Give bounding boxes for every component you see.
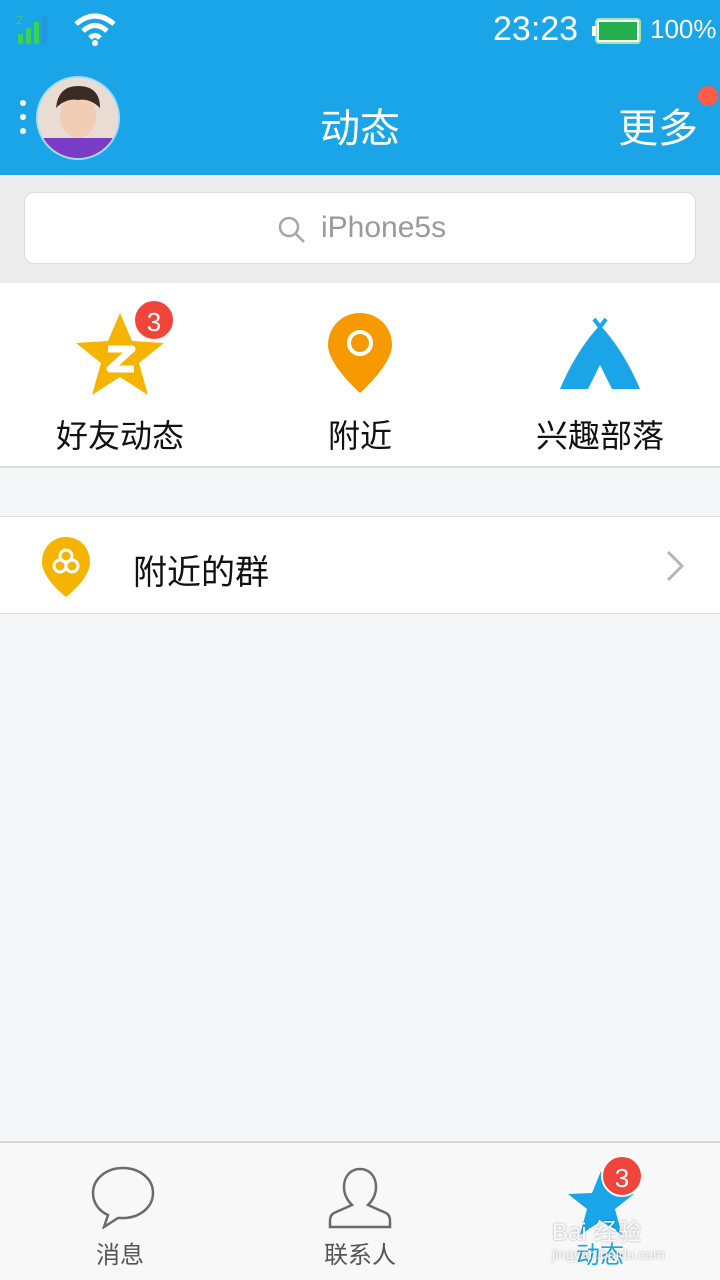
wifi-icon — [74, 13, 116, 46]
svg-text:2: 2 — [16, 13, 23, 27]
battery-percent: 100% — [650, 14, 717, 44]
watermark: Bai 经验 — [552, 1219, 642, 1246]
nearby-groups-label: 附近的群 — [133, 553, 269, 593]
group-pin-icon — [42, 537, 90, 597]
tab-feed-badge: 3 — [601, 1155, 643, 1197]
friends-feed-label: 好友动态 — [55, 417, 184, 455]
interest-tribe-label: 兴趣部落 — [535, 417, 664, 455]
nearby-label: 附近 — [327, 417, 392, 455]
interest-tribe-button[interactable]: 兴趣部落 — [480, 283, 720, 466]
search-input[interactable]: iPhone5s — [24, 192, 696, 264]
tent-icon — [560, 317, 640, 389]
signal-icon: 2 — [16, 13, 47, 44]
contact-person-icon — [328, 1167, 392, 1229]
chat-bubble-icon — [91, 1166, 155, 1229]
search-placeholder: iPhone5s — [321, 211, 447, 244]
search-icon — [278, 216, 305, 243]
header-bar: 动态 更多 — [0, 62, 720, 175]
notification-dot — [698, 86, 718, 106]
search-area: iPhone5s — [0, 175, 720, 283]
tab-contacts-label: 联系人 — [324, 1241, 396, 1269]
status-time: 23:23 — [493, 10, 579, 48]
quick-actions: 3 好友动态 附近 兴趣部落 — [0, 283, 720, 468]
tab-contacts[interactable]: 联系人 — [240, 1143, 480, 1280]
battery-icon — [592, 18, 641, 44]
location-pin-icon — [328, 313, 392, 393]
status-bar: 2 23:23 100% — [0, 0, 720, 62]
watermark-url: jingyan.baidu.com — [552, 1246, 665, 1262]
page-title: 动态 — [320, 106, 400, 152]
nearby-button[interactable]: 附近 — [240, 283, 480, 466]
more-button[interactable]: 更多 — [618, 96, 698, 154]
friends-feed-button[interactable]: 3 好友动态 — [0, 283, 240, 466]
tab-messages[interactable]: 消息 — [0, 1143, 240, 1280]
nearby-groups-row[interactable]: 附近的群 — [0, 516, 720, 614]
chevron-right-icon — [666, 550, 685, 582]
tab-messages-label: 消息 — [96, 1241, 144, 1269]
friends-feed-badge: 3 — [133, 299, 175, 341]
